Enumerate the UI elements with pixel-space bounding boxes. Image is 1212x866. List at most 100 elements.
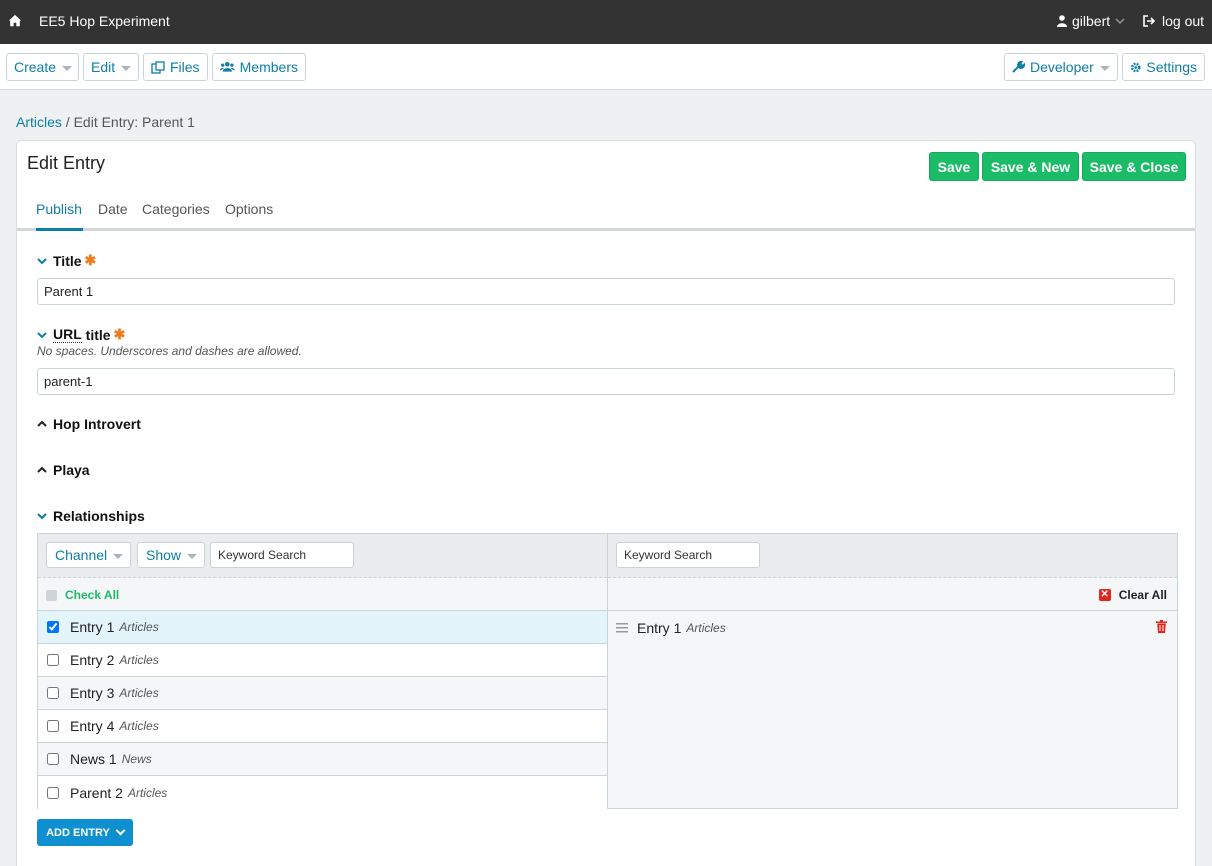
selected-search-input[interactable] [616, 542, 760, 568]
url-abbr: URL [53, 326, 82, 343]
tab-bar: Publish Date Categories Options [17, 199, 1195, 231]
required-marker: ✱ [84, 252, 97, 268]
chevron-down-icon [113, 553, 124, 559]
chevron-down-icon [121, 65, 132, 71]
wrench-icon [1012, 60, 1025, 73]
save-button[interactable]: Save [929, 152, 979, 181]
selected-entry-channel: Articles [686, 621, 726, 635]
developer-menu-button[interactable]: Developer [1004, 53, 1118, 81]
breadcrumb-articles-link[interactable]: Articles [16, 114, 62, 130]
hop-introvert-field-label[interactable]: Hop Introvert [37, 416, 141, 432]
entry-channel: Articles [119, 620, 159, 634]
url-title-field-label[interactable]: URL title ✱ [37, 326, 125, 343]
available-search-input[interactable] [210, 542, 354, 568]
create-menu-button[interactable]: Create [6, 53, 79, 81]
list-item[interactable]: Entry 1 Articles [38, 611, 607, 644]
tab-publish[interactable]: Publish [36, 201, 83, 231]
chevron-down-icon [1115, 18, 1125, 25]
checkbox-icon [46, 589, 57, 601]
save-and-close-button[interactable]: Save & Close [1082, 152, 1186, 181]
save-and-new-button[interactable]: Save & New [982, 152, 1079, 181]
url-title-input[interactable] [37, 368, 1175, 395]
show-filter-label: Show [146, 547, 182, 563]
trash-icon[interactable] [1156, 620, 1167, 633]
home-icon[interactable] [8, 14, 22, 28]
chevron-down-icon [62, 65, 73, 71]
clear-all-bar: ✕ Clear All [608, 578, 1177, 611]
files-button[interactable]: Files [143, 53, 208, 81]
list-item[interactable]: Entry 3 Articles [38, 677, 607, 710]
edit-label: Edit [91, 59, 116, 75]
title-field-label[interactable]: Title ✱ [37, 252, 96, 269]
entry-checkbox[interactable] [47, 687, 59, 699]
entry-checkbox[interactable] [47, 654, 59, 666]
entry-channel: Articles [119, 686, 159, 700]
settings-label: Settings [1146, 59, 1197, 75]
entry-checkbox[interactable] [47, 753, 59, 765]
entry-channel: Articles [119, 719, 159, 733]
tab-date[interactable]: Date [98, 201, 128, 231]
add-entry-button[interactable]: ADD ENTRY [37, 819, 133, 846]
clear-all-label: Clear All [1118, 588, 1167, 602]
entry-checkbox[interactable] [47, 720, 59, 732]
available-filter-bar: Channel Show [38, 534, 607, 578]
title-label-text: Title [53, 252, 82, 269]
list-item[interactable]: News 1 News [38, 743, 607, 776]
chevron-down-icon [115, 825, 126, 836]
user-menu[interactable]: gilbert [1057, 13, 1125, 29]
entry-title: News 1 [70, 751, 117, 767]
entry-channel: Articles [119, 653, 159, 667]
logout-link[interactable]: log out [1143, 13, 1204, 29]
list-item[interactable]: Entry 4 Articles [38, 710, 607, 743]
check-all-button[interactable]: Check All [46, 588, 119, 602]
entry-channel: News [121, 752, 152, 766]
relationship-available-list: Channel Show Check All Entry 1 Articles E… [38, 534, 608, 809]
site-name[interactable]: EE5 Hop Experiment [39, 13, 170, 29]
user-icon [1057, 15, 1067, 27]
show-filter[interactable]: Show [137, 542, 205, 568]
entry-checkbox[interactable] [47, 621, 59, 633]
gear-icon [1130, 62, 1141, 72]
check-all-bar: Check All [38, 578, 607, 611]
entry-checkbox[interactable] [47, 786, 59, 799]
page-title: Edit Entry [27, 153, 106, 173]
url-title-hint: No spaces. Underscores and dashes are al… [37, 344, 302, 358]
close-icon: ✕ [1098, 589, 1111, 601]
check-all-label: Check All [65, 588, 120, 602]
drag-handle-icon[interactable] [616, 623, 628, 633]
logout-label: log out [1162, 13, 1205, 29]
url-title-label-text: title [81, 326, 111, 343]
top-bar: EE5 Hop Experiment gilbert log out [0, 0, 1212, 44]
channel-filter[interactable]: Channel [46, 542, 131, 568]
entry-title: Entry 4 [70, 718, 115, 734]
playa-field-label[interactable]: Playa [37, 462, 90, 478]
chevron-down-icon [37, 257, 47, 264]
members-icon [220, 61, 235, 72]
playa-label-text: Playa [53, 462, 90, 478]
chevron-down-icon [1099, 65, 1110, 71]
tab-categories[interactable]: Categories [142, 201, 210, 231]
clear-all-button[interactable]: ✕ Clear All [1098, 588, 1167, 602]
list-item[interactable]: Entry 2 Articles [38, 644, 607, 677]
logout-icon [1143, 15, 1156, 27]
selected-item[interactable]: Entry 1 Articles [616, 620, 726, 636]
chevron-up-icon [37, 420, 47, 427]
required-marker: ✱ [113, 326, 126, 342]
tab-options[interactable]: Options [225, 201, 273, 231]
developer-label: Developer [1030, 59, 1094, 75]
list-item[interactable]: Parent 2 Articles [38, 776, 607, 809]
selected-entry-title: Entry 1 [637, 620, 682, 636]
hop-introvert-label-text: Hop Introvert [53, 416, 141, 432]
selected-filter-bar [608, 534, 1177, 578]
username: gilbert [1072, 13, 1111, 29]
breadcrumb-current: Edit Entry: Parent 1 [73, 114, 195, 130]
entry-title: Entry 3 [70, 685, 115, 701]
chevron-down-icon [37, 331, 47, 338]
members-button[interactable]: Members [212, 53, 306, 81]
chevron-up-icon [37, 466, 47, 473]
title-input[interactable] [37, 278, 1175, 305]
edit-menu-button[interactable]: Edit [83, 53, 139, 81]
entry-title: Entry 2 [70, 652, 115, 668]
settings-button[interactable]: Settings [1122, 53, 1205, 81]
relationships-field-label[interactable]: Relationships [37, 508, 145, 524]
